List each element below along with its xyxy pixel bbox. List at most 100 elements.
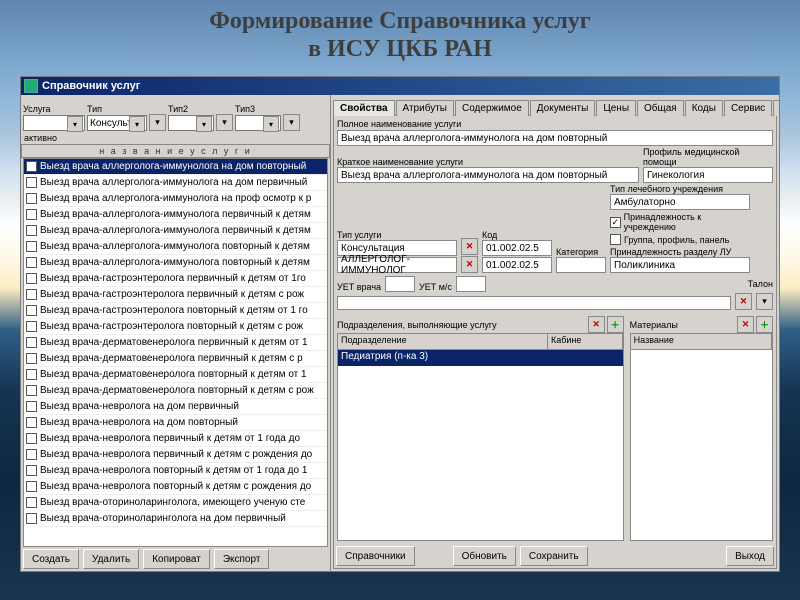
service-checkbox[interactable] [26, 257, 37, 268]
copy-button[interactable]: Копироват [143, 549, 210, 569]
service-row[interactable]: Выезд врача-аллерголога-иммунолога повто… [24, 255, 327, 271]
belong-checkbox[interactable]: ✓ [610, 217, 621, 228]
service-checkbox[interactable] [26, 321, 37, 332]
category-label: Категория [556, 247, 606, 257]
mat-add-icon[interactable]: ＋ [756, 316, 773, 333]
delete-button[interactable]: Удалить [83, 549, 139, 569]
service-row-label: Выезд врача-дерматовенеролога первичный … [40, 337, 308, 348]
full-name-field[interactable]: Выезд врача аллерголога-иммунолога на до… [337, 130, 773, 146]
service-row[interactable]: Выезд врача-дерматовенеролога повторный … [24, 367, 327, 383]
kod-field2[interactable]: 01.002.02.5 [482, 257, 552, 273]
service-row[interactable]: Выезд врача-невролога повторный к детям … [24, 479, 327, 495]
service-row[interactable]: Выезд врача-невролога повторный к детям … [24, 463, 327, 479]
service-row[interactable]: Выезд врача-гастроэнтеролога первичный к… [24, 271, 327, 287]
kod-field[interactable]: 01.002.02.5 [482, 240, 552, 256]
filter-tip[interactable]: Консульт [87, 115, 147, 131]
service-checkbox[interactable] [26, 289, 37, 300]
service-row[interactable]: Выезд врача-дерматовенеролога повторный … [24, 383, 327, 399]
service-row[interactable]: Выезд врача аллерголога-иммунолога на до… [24, 175, 327, 191]
service-row[interactable]: Выезд врача-невролога на дом повторный [24, 415, 327, 431]
section-field[interactable]: Поликлиника [610, 257, 750, 273]
service-checkbox[interactable] [26, 209, 37, 220]
sub-pick-icon[interactable]: ▾ [756, 293, 773, 310]
service-checkbox[interactable] [26, 481, 37, 492]
service-checkbox[interactable] [26, 241, 37, 252]
service-row[interactable]: Выезд врача-невролога первичный к детям … [24, 447, 327, 463]
service-checkbox[interactable] [26, 465, 37, 476]
spec-field[interactable]: АЛЛЕРГОЛОГ-ИММУНОЛОГ [337, 257, 457, 273]
filter-tip-clear[interactable]: ▾ [149, 114, 166, 131]
service-row[interactable]: Выезд врача аллерголога-иммунолога на до… [24, 159, 327, 175]
service-row[interactable]: Выезд врача-дерматовенеролога первичный … [24, 351, 327, 367]
tab-цены[interactable]: Цены [596, 100, 636, 116]
service-row[interactable]: Выезд врача-оториноларинголога, имеющего… [24, 495, 327, 511]
service-row[interactable]: Выезд врача-дерматовенеролога первичный … [24, 335, 327, 351]
service-row[interactable]: Выезд врача-оториноларинголога на дом пе… [24, 511, 327, 527]
refresh-button[interactable]: Обновить [453, 546, 516, 566]
filter-tip3-clear[interactable]: ▾ [283, 114, 300, 131]
service-checkbox[interactable] [26, 337, 37, 348]
service-checkbox[interactable] [26, 353, 37, 364]
tab-поиск[interactable]: Поиск [773, 100, 779, 116]
materials-grid[interactable]: Название [630, 333, 773, 541]
service-checkbox[interactable] [26, 273, 37, 284]
service-row[interactable]: Выезд врача-гастроэнтеролога повторный к… [24, 303, 327, 319]
service-checkbox[interactable] [26, 449, 37, 460]
service-row[interactable]: Выезд врача-аллерголога-иммунолога повто… [24, 239, 327, 255]
service-checkbox[interactable] [26, 385, 37, 396]
exit-button[interactable]: Выход [726, 546, 774, 566]
category-field[interactable] [556, 257, 606, 273]
type-clear-icon[interactable]: ✕ [461, 238, 478, 255]
service-checkbox[interactable] [26, 497, 37, 508]
sub-clear-icon[interactable]: ✕ [735, 293, 752, 310]
filter-tip2[interactable] [168, 115, 214, 131]
short-name-field[interactable]: Выезд врача аллерголога-иммунолога на до… [337, 167, 639, 183]
dept-col2: Кабине [548, 334, 623, 349]
service-list[interactable]: Выезд врача аллерголога-иммунолога на до… [23, 158, 328, 547]
uet-doctor-field[interactable] [385, 276, 415, 292]
service-checkbox[interactable] [26, 433, 37, 444]
dept-delete-icon[interactable]: ✕ [588, 316, 605, 333]
tab-свойства[interactable]: Свойства [333, 100, 395, 116]
tab-общая[interactable]: Общая [637, 100, 684, 116]
inst-type-field[interactable]: Амбулаторно [610, 194, 750, 210]
service-row[interactable]: Выезд врача-аллерголога-иммунолога перви… [24, 207, 327, 223]
service-row[interactable]: Выезд врача-невролога первичный к детям … [24, 431, 327, 447]
filter-usluga[interactable] [23, 115, 85, 131]
uet-nurse-field[interactable] [456, 276, 486, 292]
tab-коды[interactable]: Коды [685, 100, 723, 116]
tab-документы[interactable]: Документы [530, 100, 596, 116]
tab-атрибуты[interactable]: Атрибуты [396, 100, 454, 116]
dept-grid[interactable]: Подразделение Кабине Педиатрия (п-ка 3) [337, 333, 624, 541]
service-checkbox[interactable] [26, 193, 37, 204]
group-checkbox[interactable] [610, 234, 621, 245]
profile-field[interactable]: Гинекология [643, 167, 773, 183]
service-checkbox[interactable] [26, 177, 37, 188]
service-checkbox[interactable] [26, 225, 37, 236]
spec-clear-icon[interactable]: ✕ [461, 256, 478, 273]
dept-row[interactable]: Педиатрия (п-ка 3) [338, 350, 623, 366]
service-row[interactable]: Выезд врача-гастроэнтеролога повторный к… [24, 319, 327, 335]
save-button[interactable]: Сохранить [520, 546, 588, 566]
service-checkbox[interactable] [26, 161, 37, 172]
service-checkbox[interactable] [26, 417, 37, 428]
service-row[interactable]: Выезд врача аллерголога-иммунолога на пр… [24, 191, 327, 207]
service-checkbox[interactable] [26, 513, 37, 524]
tab-сервис[interactable]: Сервис [724, 100, 772, 116]
service-row-label: Выезд врача-оториноларинголога на дом пе… [40, 513, 286, 524]
dicts-button[interactable]: Справочники [336, 546, 415, 566]
export-button[interactable]: Экспорт [214, 549, 270, 569]
dept-add-icon[interactable]: ＋ [607, 316, 624, 333]
service-row[interactable]: Выезд врача-аллерголога-иммунолога перви… [24, 223, 327, 239]
filter-tip3[interactable] [235, 115, 281, 131]
service-checkbox[interactable] [26, 305, 37, 316]
filter-tip2-clear[interactable]: ▾ [216, 114, 233, 131]
create-button[interactable]: Создать [23, 549, 79, 569]
service-row[interactable]: Выезд врача-гастроэнтеролога первичный к… [24, 287, 327, 303]
tab-содержимое[interactable]: Содержимое [455, 100, 529, 116]
service-checkbox[interactable] [26, 369, 37, 380]
service-checkbox[interactable] [26, 401, 37, 412]
sub-field[interactable] [337, 296, 731, 310]
service-row[interactable]: Выезд врача-невролога на дом первичный [24, 399, 327, 415]
mat-delete-icon[interactable]: ✕ [737, 316, 754, 333]
